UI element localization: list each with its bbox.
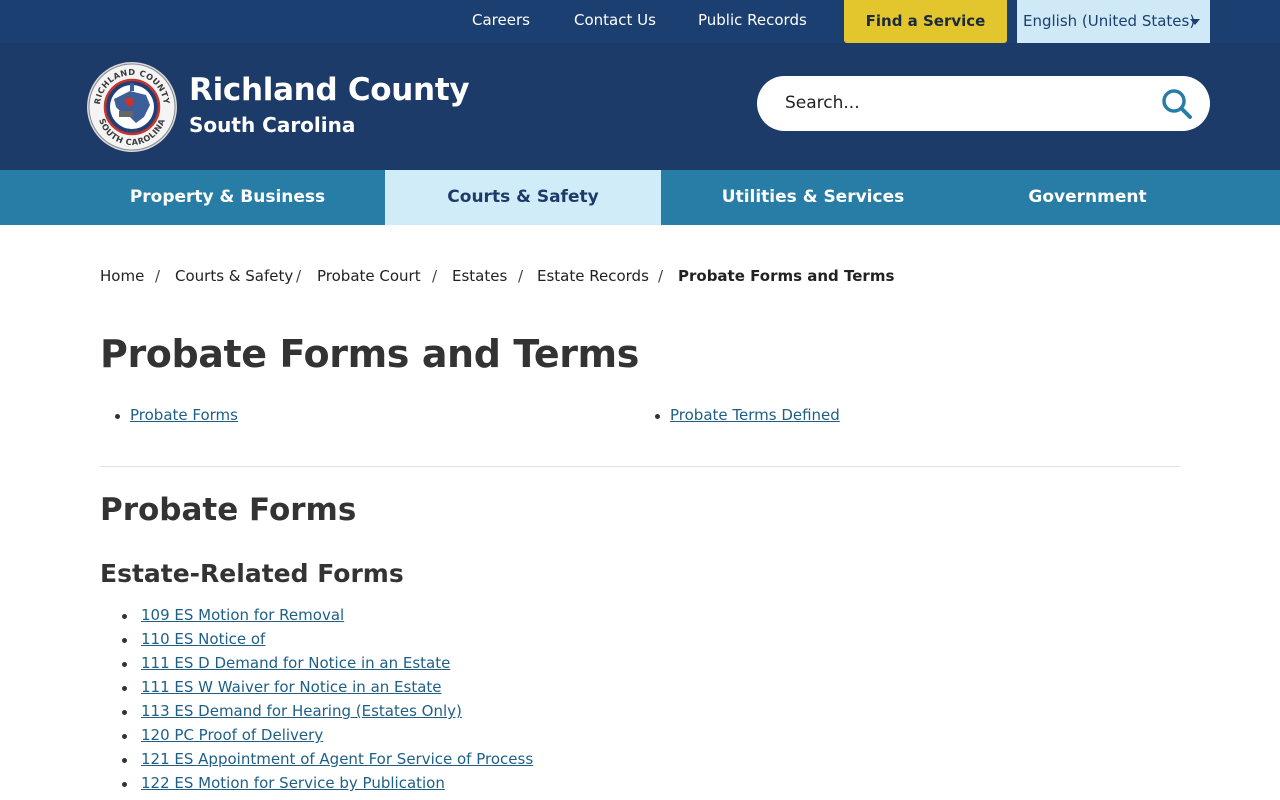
breadcrumb-separator: / [155,267,161,285]
section-divider [100,466,1180,467]
form-link[interactable]: 120 PC Proof of Delivery [141,726,323,744]
section-title: Probate Forms [100,492,357,528]
bullet [122,662,127,667]
bullet [122,710,127,715]
breadcrumb-current: Probate Forms and Terms [678,267,895,285]
breadcrumb-separator: / [518,267,524,285]
utility-bar: Careers Contact Us Public Records Find a… [0,0,1280,43]
search-input[interactable] [785,90,1145,116]
bullet [122,758,127,763]
probate-terms-defined-link[interactable]: Probate Terms Defined [670,406,840,424]
breadcrumb-courts-safety[interactable]: Courts & Safety [175,267,293,285]
bullet [122,782,127,787]
breadcrumb-estate-records[interactable]: Estate Records [537,267,649,285]
bullet [122,734,127,739]
form-link[interactable]: 122 ES Motion for Service by Publication [141,774,445,792]
nav-courts-safety[interactable]: Courts & Safety [385,170,661,225]
form-link[interactable]: 121 ES Appointment of Agent For Service … [141,750,533,768]
bullet [122,614,127,619]
breadcrumb-separator: / [432,267,438,285]
probate-forms-link[interactable]: Probate Forms [130,406,238,424]
search-icon[interactable] [1159,86,1195,122]
careers-link[interactable]: Careers [472,11,530,29]
bullet [122,638,127,643]
county-seal-logo[interactable]: RICHLAND COUNTY SOUTH CAROLINA 1799 [86,61,178,153]
language-select-value: English (United States) [1023,12,1196,30]
page-title: Probate Forms and Terms [100,332,639,376]
nav-government[interactable]: Government [965,170,1210,225]
main-nav: Property & Business Courts & Safety Util… [0,170,1280,225]
bullet [115,414,120,419]
breadcrumb-home[interactable]: Home [100,267,144,285]
form-link[interactable]: 109 ES Motion for Removal [141,606,344,624]
nav-utilities-services[interactable]: Utilities & Services [661,170,965,225]
form-link[interactable]: 113 ES Demand for Hearing (Estates Only) [141,702,462,720]
breadcrumb-separator: / [658,267,664,285]
breadcrumb-probate-court[interactable]: Probate Court [317,267,421,285]
contact-us-link[interactable]: Contact Us [574,11,656,29]
site-subtitle: South Carolina [189,113,356,137]
find-a-service-button[interactable]: Find a Service [844,0,1007,43]
subsection-title: Estate-Related Forms [100,559,404,588]
breadcrumb-separator: / [296,267,302,285]
bullet [655,414,660,419]
form-link[interactable]: 111 ES D Demand for Notice in an Estate [141,654,450,672]
breadcrumb-estates[interactable]: Estates [452,267,507,285]
form-link[interactable]: 110 ES Notice of [141,630,265,648]
bullet [122,686,127,691]
svg-text:1799: 1799 [126,129,138,135]
caret-down-icon [1190,19,1200,25]
public-records-link[interactable]: Public Records [698,11,807,29]
form-link[interactable]: 111 ES W Waiver for Notice in an Estate [141,678,442,696]
site-header: RICHLAND COUNTY SOUTH CAROLINA 1799 Rich… [0,43,1280,170]
site-title[interactable]: Richland County [189,72,470,108]
language-select[interactable]: English (United States) [1017,0,1210,43]
nav-property-business[interactable]: Property & Business [70,170,385,225]
search-box [757,76,1210,131]
